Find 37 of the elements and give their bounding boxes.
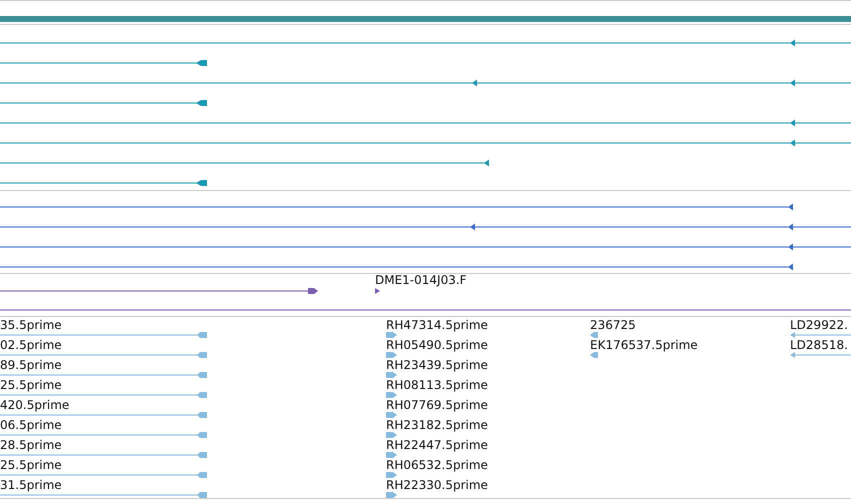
feature-label: RH08113.5prime xyxy=(386,378,488,392)
feature-glyph[interactable] xyxy=(0,204,793,210)
feature-glyph[interactable] xyxy=(0,244,851,250)
feature-glyph[interactable] xyxy=(0,180,207,186)
feature-label: RH23439.5prime xyxy=(386,358,488,372)
feature-glyph[interactable] xyxy=(0,160,489,166)
feature-label: RH22330.5prime xyxy=(386,478,488,492)
feature-label: 420.5prime xyxy=(0,398,70,412)
feature-label: LD28518. xyxy=(790,338,848,352)
feature-label: RH05490.5prime xyxy=(386,338,488,352)
feature-label: LD29922. xyxy=(790,318,848,332)
feature-glyph[interactable] xyxy=(0,100,207,106)
feature-label: EK176537.5prime xyxy=(590,338,698,352)
feature-label: DME1-014J03.F xyxy=(375,273,467,287)
feature-label: 02.5prime xyxy=(0,338,62,352)
feature-label: 35.5prime xyxy=(0,318,62,332)
feature-glyph[interactable] xyxy=(0,40,851,46)
feature-glyph[interactable] xyxy=(0,120,851,126)
feature-glyph[interactable] xyxy=(0,140,851,146)
feature-glyph[interactable] xyxy=(0,60,207,66)
feature-label: 25.5prime xyxy=(0,378,62,392)
feature-label: 25.5prime xyxy=(0,458,62,472)
feature-label: RH07769.5prime xyxy=(386,398,488,412)
feature-glyph[interactable] xyxy=(0,224,851,230)
feature-label: 31.5prime xyxy=(0,478,62,492)
feature-label: 89.5prime xyxy=(0,358,62,372)
feature-label: RH22447.5prime xyxy=(386,438,488,452)
feature-label: 06.5prime xyxy=(0,418,62,432)
feature-label: RH06532.5prime xyxy=(386,458,488,472)
feature-glyph[interactable] xyxy=(0,264,793,270)
feature-glyph[interactable] xyxy=(375,288,380,294)
feature-label: 28.5prime xyxy=(0,438,62,452)
feature-glyph[interactable] xyxy=(0,288,318,294)
feature-label: RH23182.5prime xyxy=(386,418,488,432)
feature-label: 236725 xyxy=(590,318,636,332)
feature-label: RH47314.5prime xyxy=(386,318,488,332)
feature-glyph[interactable] xyxy=(0,80,851,86)
